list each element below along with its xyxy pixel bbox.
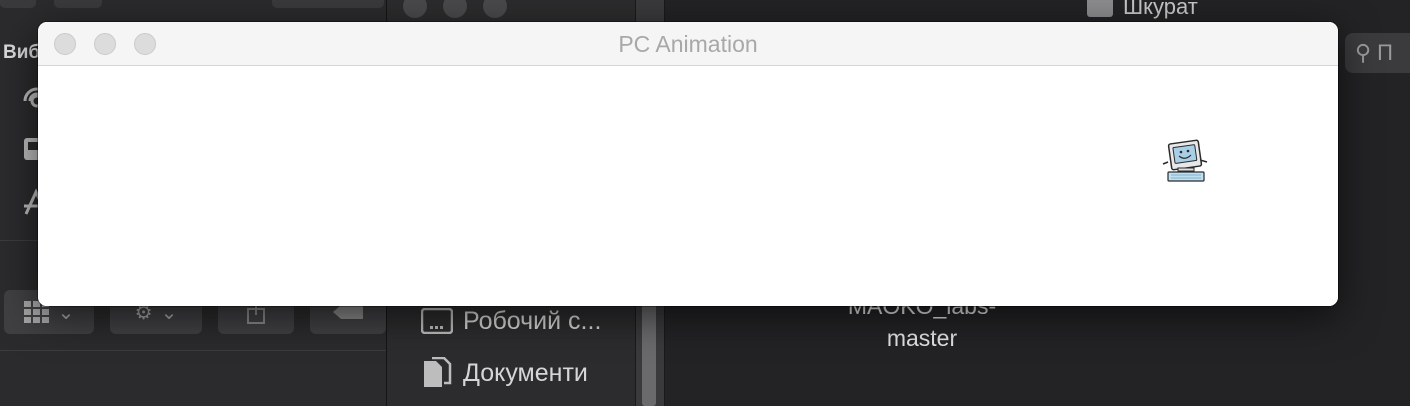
search-icon: ⚲: [1355, 40, 1372, 65]
title-bar[interactable]: PC Animation: [38, 22, 1338, 66]
finder-title: Шкурат: [1087, 0, 1198, 20]
documents-icon: [421, 357, 453, 388]
pc-animation-window: PC Animation: [38, 22, 1338, 306]
computer-character-icon: [1162, 139, 1208, 182]
scrollbar-thumb[interactable]: [642, 290, 656, 406]
sidebar-heading: Виб: [3, 42, 41, 63]
folder-icon: [1087, 0, 1113, 17]
animation-canvas: [38, 66, 1338, 306]
search-field[interactable]: ⚲ П: [1345, 33, 1410, 73]
desktop-icon: [421, 306, 453, 336]
toolbar-button[interactable]: [54, 0, 102, 8]
view-toggle[interactable]: [272, 0, 384, 8]
window-title: PC Animation: [618, 31, 758, 57]
divider: [0, 350, 386, 351]
toolbar-button[interactable]: [0, 0, 36, 8]
sidebar-item-desktop[interactable]: Робочий с...: [421, 306, 601, 336]
sidebar-item-documents[interactable]: Документи: [421, 357, 588, 388]
tag-icon: [333, 305, 363, 319]
